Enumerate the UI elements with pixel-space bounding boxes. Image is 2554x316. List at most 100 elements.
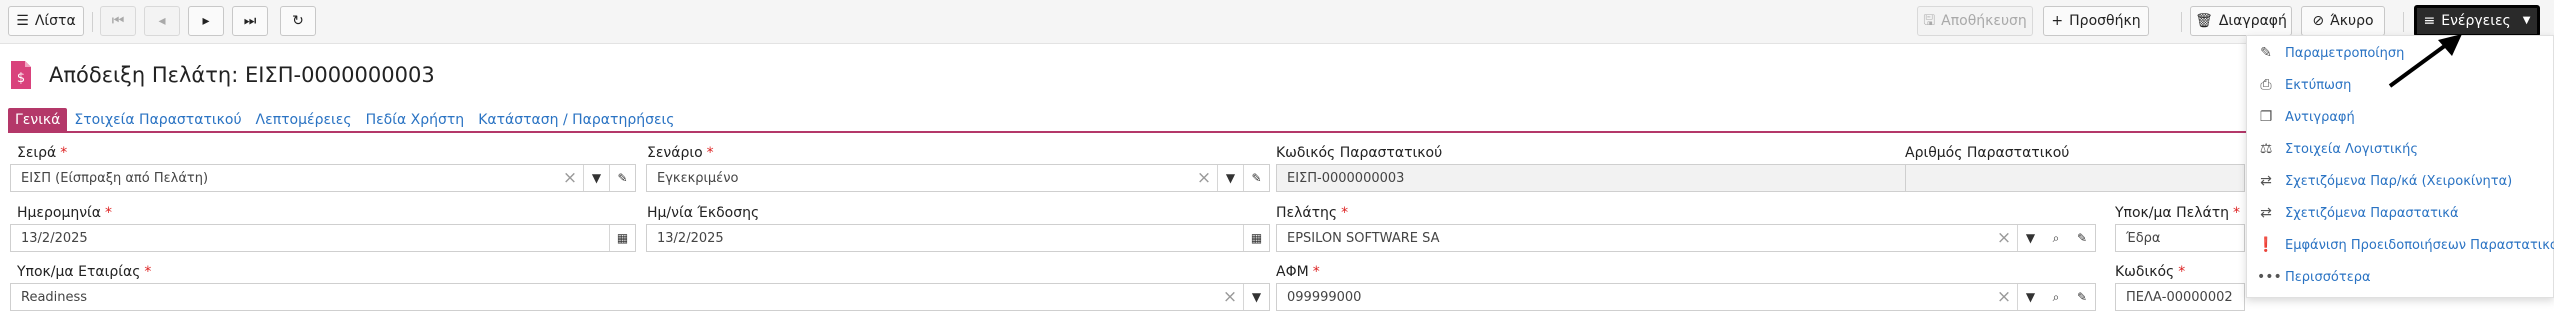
save-button[interactable]: 🖫 Αποθήκευση bbox=[1917, 6, 2033, 36]
caret-down-icon[interactable]: ▼ bbox=[2017, 284, 2043, 310]
issue-date-label: Ημ/νία Έκδοσης bbox=[647, 205, 760, 221]
clear-icon[interactable]: × bbox=[1991, 284, 2017, 310]
menu-item-more[interactable]: ••• Περισσότερα bbox=[2257, 265, 2371, 289]
menu-icon: ≡ bbox=[2423, 13, 2436, 29]
menu-item-warnings[interactable]: ❗ Εμφάνιση Προειδοποιήσεων Παραστατικού bbox=[2257, 233, 2554, 257]
menu-item-related-docs[interactable]: ⇄ Σχετιζόμενα Παραστατικά bbox=[2257, 201, 2459, 225]
issue-date-value: 13/2/2025 bbox=[657, 230, 724, 246]
list-icon: ☰ bbox=[16, 13, 29, 29]
list-button[interactable]: ☰ Λίστα bbox=[8, 6, 84, 36]
company-branch-field[interactable]: Readiness × ▼ bbox=[10, 283, 1270, 311]
customer-field[interactable]: EPSILON SOFTWARE SA × ▼ ⌕ ✎ bbox=[1276, 224, 2096, 252]
refresh-icon: ↻ bbox=[292, 13, 304, 29]
caret-down-icon: ▼ bbox=[2522, 15, 2531, 26]
save-icon: 🖫 bbox=[1923, 13, 1936, 29]
tab-document-details[interactable]: Στοιχεία Παραστατικού bbox=[67, 108, 248, 132]
company-branch-value: Readiness bbox=[21, 289, 88, 305]
caret-down-icon[interactable]: ▼ bbox=[1243, 284, 1269, 310]
last-record-button[interactable]: ⏭ bbox=[232, 6, 268, 36]
menu-item-label: Στοιχεία Λογιστικής bbox=[2285, 141, 2418, 157]
svg-text:$: $ bbox=[17, 71, 25, 86]
menu-item-accounting[interactable]: ⚖ Στοιχεία Λογιστικής bbox=[2257, 137, 2418, 161]
tab-details[interactable]: Λεπτομέρειες bbox=[249, 108, 359, 132]
customer-branch-value: Έδρα bbox=[2126, 230, 2161, 246]
caret-down-icon[interactable]: ▼ bbox=[583, 165, 609, 191]
calendar-icon[interactable]: ▦ bbox=[1243, 225, 1269, 251]
copy-icon: ❐ bbox=[2259, 109, 2273, 125]
issue-date-field[interactable]: 13/2/2025 ▦ bbox=[646, 224, 1270, 252]
code-field[interactable]: ΠΕΛΑ-00000002 bbox=[2115, 283, 2245, 311]
plus-icon: + bbox=[2051, 13, 2064, 29]
doc-number-label: Αριθμός Παραστατικού bbox=[1905, 145, 2070, 161]
trash-icon: 🗑 bbox=[2195, 13, 2213, 29]
series-field[interactable]: ΕΙΣΠ (Είσπραξη από Πελάτη) × ▼ ✎ bbox=[10, 164, 636, 192]
swap-icon: ⇄ bbox=[2260, 173, 2272, 189]
first-icon: ⏮ bbox=[111, 13, 125, 29]
tab-general[interactable]: Γενικά bbox=[8, 108, 68, 132]
edit-pencil-icon[interactable]: ✎ bbox=[2069, 284, 2095, 310]
next-icon: ▸ bbox=[202, 13, 210, 29]
receipt-document-icon: $ bbox=[11, 61, 31, 89]
clear-icon[interactable]: × bbox=[1217, 284, 1243, 310]
search-icon[interactable]: ⌕ bbox=[2043, 225, 2069, 251]
first-record-button[interactable]: ⏮ bbox=[100, 6, 136, 36]
menu-item-related-manual[interactable]: ⇄ Σχετιζόμενα Παρ/κά (Χειροκίνητα) bbox=[2257, 169, 2512, 193]
scenario-field[interactable]: Εγκεκριμένο × ▼ ✎ bbox=[646, 164, 1270, 192]
next-record-button[interactable]: ▸ bbox=[188, 6, 224, 36]
vat-field[interactable]: 099999000 × ▼ ⌕ ✎ bbox=[1276, 283, 2096, 311]
balance-icon: ⚖ bbox=[2259, 141, 2273, 157]
customer-value: EPSILON SOFTWARE SA bbox=[1287, 230, 1440, 246]
previous-icon: ◂ bbox=[158, 13, 166, 29]
delete-button-label: Διαγραφή bbox=[2218, 13, 2287, 29]
menu-item-label: Εκτύπωση bbox=[2285, 77, 2352, 93]
series-value: ΕΙΣΠ (Είσπραξη από Πελάτη) bbox=[21, 170, 209, 186]
save-button-label: Αποθήκευση bbox=[1941, 13, 2027, 29]
list-button-label: Λίστα bbox=[34, 13, 76, 29]
edit-pencil-icon[interactable]: ✎ bbox=[609, 165, 635, 191]
annotation-arrow-icon bbox=[2388, 34, 2462, 88]
menu-item-label: Σχετιζόμενα Παρ/κά (Χειροκίνητα) bbox=[2285, 173, 2513, 189]
customer-label: Πελάτης * bbox=[1276, 205, 1349, 221]
tab-status-notes[interactable]: Κατάσταση / Παρατηρήσεις bbox=[471, 108, 681, 132]
menu-item-copy[interactable]: ❐ Αντιγραφή bbox=[2257, 105, 2355, 129]
toolbar-divider bbox=[2403, 12, 2404, 32]
scenario-label: Σενάριο * bbox=[647, 145, 714, 161]
add-button-label: Προσθήκη bbox=[2069, 13, 2141, 29]
date-field[interactable]: 13/2/2025 ▦ bbox=[10, 224, 636, 252]
calendar-icon[interactable]: ▦ bbox=[609, 225, 635, 251]
cancel-button[interactable]: ⊘ Άκυρο bbox=[2301, 6, 2385, 36]
menu-item-label: Σχετιζόμενα Παραστατικά bbox=[2285, 205, 2459, 221]
customer-branch-field[interactable]: Έδρα bbox=[2115, 224, 2245, 252]
customer-branch-label: Υποκ/μα Πελάτη * bbox=[2115, 205, 2241, 221]
caret-down-icon[interactable]: ▼ bbox=[1217, 165, 1243, 191]
warning-icon: ❗ bbox=[2257, 237, 2275, 253]
menu-item-label: Περισσότερα bbox=[2285, 269, 2371, 285]
menu-item-label: Αντιγραφή bbox=[2285, 109, 2355, 125]
page-title: Απόδειξη Πελάτη: ΕΙΣΠ-0000000003 bbox=[49, 63, 435, 87]
toolbar: ☰ Λίστα ⏮ ◂ ▸ ⏭ ↻ 🖫 Αποθήκευση + Προσθήκ… bbox=[0, 0, 2554, 44]
tab-user-fields[interactable]: Πεδία Χρήστη bbox=[359, 108, 472, 132]
caret-down-icon[interactable]: ▼ bbox=[2017, 225, 2043, 251]
delete-button[interactable]: 🗑 Διαγραφή bbox=[2190, 6, 2292, 36]
doc-code-label: Κωδικός Παραστατικού bbox=[1276, 145, 1443, 161]
clear-icon[interactable]: × bbox=[1991, 225, 2017, 251]
previous-record-button[interactable]: ◂ bbox=[144, 6, 180, 36]
swap-icon: ⇄ bbox=[2260, 205, 2272, 221]
menu-item-print[interactable]: ⎙ Εκτύπωση bbox=[2257, 73, 2351, 97]
search-icon[interactable]: ⌕ bbox=[2043, 284, 2069, 310]
edit-pencil-icon[interactable]: ✎ bbox=[2069, 225, 2095, 251]
doc-code-field: ΕΙΣΠ-0000000003 bbox=[1276, 164, 1906, 192]
code-value: ΠΕΛΑ-00000002 bbox=[2126, 289, 2233, 305]
clear-icon[interactable]: × bbox=[1191, 165, 1217, 191]
toolbar-divider bbox=[92, 12, 93, 32]
refresh-button[interactable]: ↻ bbox=[280, 6, 316, 36]
printer-icon: ⎙ bbox=[2260, 77, 2272, 93]
edit-pencil-icon[interactable]: ✎ bbox=[1243, 165, 1269, 191]
add-button[interactable]: + Προσθήκη bbox=[2043, 6, 2149, 36]
last-icon: ⏭ bbox=[243, 13, 257, 29]
code-label: Κωδικός * bbox=[2115, 264, 2186, 280]
clear-icon[interactable]: × bbox=[557, 165, 583, 191]
date-value: 13/2/2025 bbox=[21, 230, 88, 246]
scenario-value: Εγκεκριμένο bbox=[657, 170, 739, 186]
doc-number-field bbox=[1905, 164, 2245, 192]
